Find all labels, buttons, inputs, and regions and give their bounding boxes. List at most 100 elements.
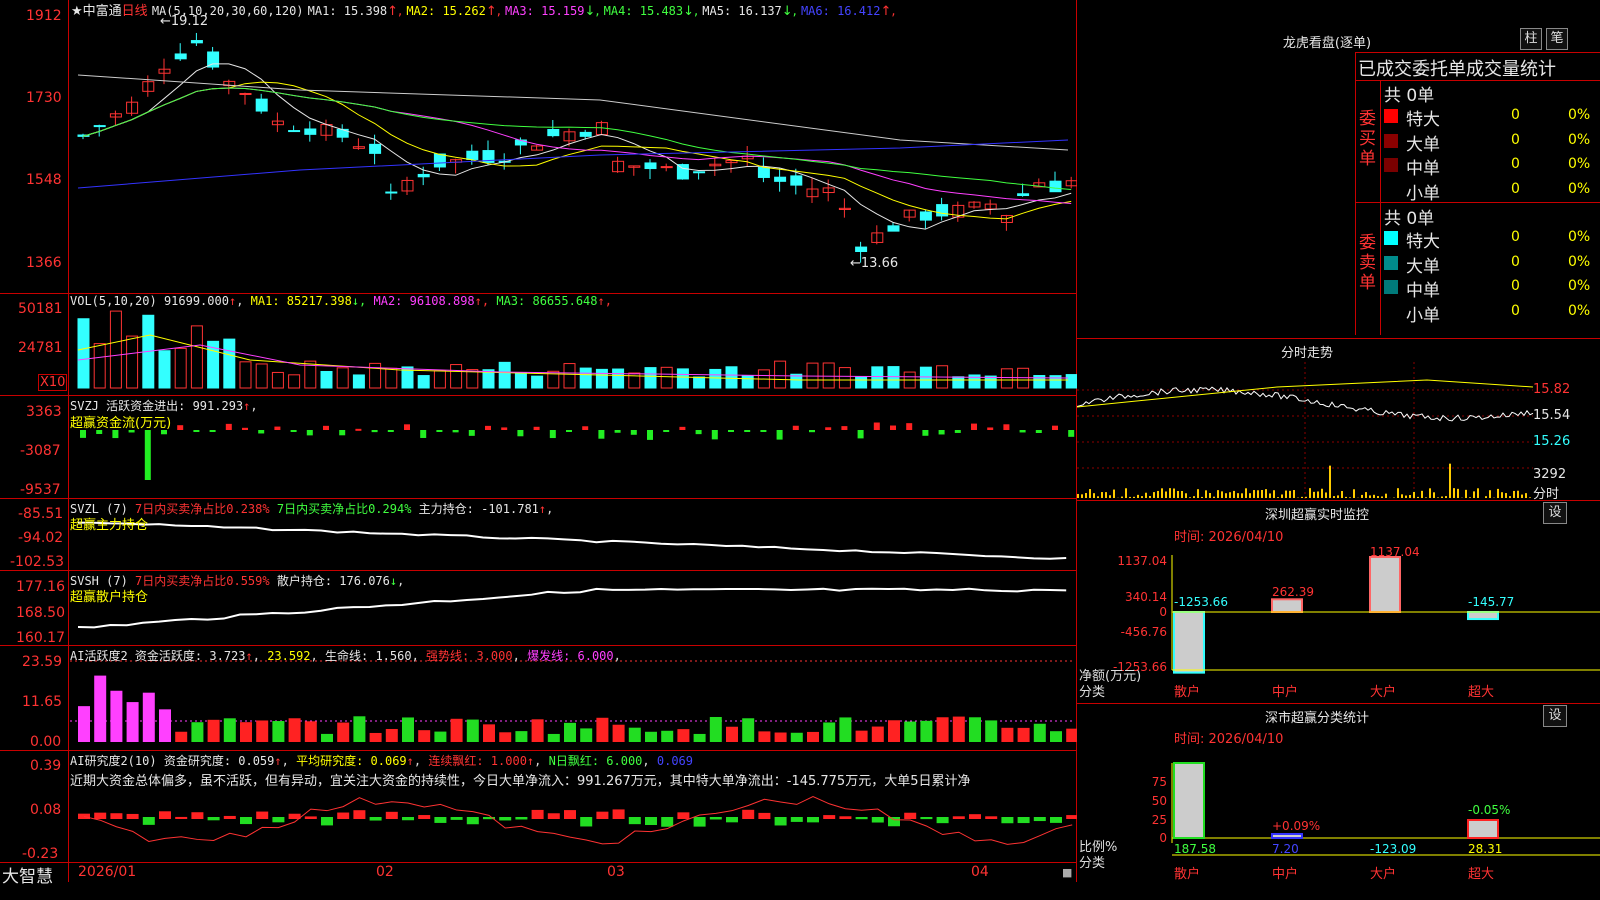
svzj-subtitle: 超赢资金流(万元) <box>70 416 172 431</box>
volume-bar <box>514 372 527 389</box>
flow-bar <box>306 430 313 436</box>
flow-bar <box>1003 424 1010 430</box>
vol-header: VOL(5,10,20) 91699.000↑, MA1: 85217.398↓… <box>70 294 612 308</box>
activity-bar <box>483 724 495 742</box>
color-swatch <box>1384 280 1398 294</box>
research-bar <box>693 817 706 827</box>
row-value: 0 <box>1511 278 1520 294</box>
flow-bar <box>355 428 362 431</box>
candle <box>304 128 317 135</box>
minute-volume-bar <box>1517 490 1519 498</box>
volume-bar <box>271 371 284 389</box>
research-bar <box>223 815 236 819</box>
candle <box>466 150 479 160</box>
candle <box>433 153 446 168</box>
flow-bar <box>776 430 783 440</box>
trend-arrow: ↓, <box>781 4 801 19</box>
minute-volume-bar <box>1345 496 1347 498</box>
research-bar <box>547 813 560 819</box>
minute-volume-bar <box>1125 488 1127 498</box>
flow-bar <box>452 430 459 433</box>
flow-bar <box>1068 430 1075 437</box>
activity-bar <box>1033 723 1046 742</box>
row-percent: 0% <box>1568 253 1591 270</box>
minute-volume-bar <box>1097 496 1099 498</box>
ma-items: MA1: 15.398↑, MA2: 15.262↑, MA3: 15.159↓… <box>308 4 896 19</box>
minute-volume-bar <box>1121 496 1123 498</box>
flow-bar <box>695 430 702 435</box>
category-label: 超大 <box>1468 867 1494 882</box>
volume-bar <box>855 376 868 389</box>
flow-bar <box>987 427 994 430</box>
x-axis-title: 分类 <box>1079 685 1105 700</box>
minute-volume-bar <box>1509 496 1511 498</box>
bottom-value: -123.09 <box>1370 842 1416 856</box>
volume-bar <box>450 364 463 389</box>
color-swatch <box>1384 158 1398 172</box>
activity-bar <box>304 721 317 742</box>
buy-side-label: 委买单 <box>1359 109 1376 169</box>
volume-bar <box>239 361 252 389</box>
research-bar <box>450 817 463 820</box>
flow-bar <box>209 430 216 432</box>
activity-bar <box>450 718 463 742</box>
holding-line <box>77 587 1067 629</box>
bar-mode-button[interactable]: 柱 <box>1520 28 1542 50</box>
minute-volume-bar <box>1173 488 1175 498</box>
minute-volume-bar <box>1397 488 1399 498</box>
indicator-item: MA2: 15.262 <box>406 4 486 18</box>
flow-bar <box>922 430 929 436</box>
indicator-item: MA5: 16.137 <box>702 4 782 18</box>
activity-bar <box>726 726 738 742</box>
flow-bar <box>549 430 556 439</box>
flow-bar <box>436 430 443 432</box>
minute-volume-bar <box>1077 493 1079 498</box>
minute-volume-bar <box>1273 490 1275 498</box>
research-bar <box>1050 817 1062 823</box>
dragon-table: 已成交委托单成交量统计 委买单 委卖单 共 0单 共 0单 特大 0 0% 大单 0 0%… <box>1355 52 1600 335</box>
monitor-bar <box>1173 611 1205 674</box>
minute-volume-bar <box>1369 495 1371 498</box>
minute-chart[interactable] <box>1077 362 1600 500</box>
activity-bar <box>78 706 90 742</box>
research-bar <box>709 817 722 820</box>
color-swatch <box>1384 231 1398 245</box>
research-bar <box>871 817 884 823</box>
research-bar <box>774 817 787 826</box>
monitor-bar <box>1271 598 1303 613</box>
row-label: 大单 <box>1406 256 1440 277</box>
minute-volume-bar <box>1521 494 1523 498</box>
flow-bar <box>339 430 346 436</box>
minute-tick: 15.54 <box>1533 408 1571 423</box>
trend-arrow: ↑, <box>597 294 612 308</box>
research-bar <box>855 817 868 820</box>
activity-bar <box>321 733 333 742</box>
dragon-title: 龙虎看盘(逐单) <box>1282 36 1372 51</box>
row-percent: 0% <box>1568 229 1591 245</box>
volume-bar <box>498 361 511 389</box>
volume-bar <box>320 370 333 389</box>
minute-volume-bar <box>1229 492 1231 498</box>
volume-bar <box>644 367 657 389</box>
row-value: 0 <box>1511 229 1520 245</box>
chart-svg[interactable] <box>0 0 1077 882</box>
minute-volume-bar <box>1429 488 1431 498</box>
research-bar <box>726 817 738 823</box>
volume-bar <box>288 374 301 389</box>
candle <box>790 175 803 186</box>
trend-arrow: ↓, <box>351 294 374 308</box>
research-bar <box>418 815 431 819</box>
minute-volume-bar <box>1505 493 1507 498</box>
activity-bar <box>191 722 204 742</box>
minute-volume-bar <box>1525 493 1527 498</box>
color-swatch <box>1384 304 1398 319</box>
minute-volume-bar <box>1209 493 1211 498</box>
minute-volume-bar <box>1249 493 1251 498</box>
activity-bar <box>807 731 819 742</box>
left-chart-area[interactable]: 1912 1730 1548 1366 50181 24781 X10 3363… <box>0 0 1077 887</box>
candle <box>579 131 592 137</box>
tick-mode-button[interactable]: 笔 <box>1546 28 1568 50</box>
activity-bar <box>353 716 366 742</box>
activity-bar <box>596 717 609 742</box>
minute-volume-bar <box>1109 495 1111 498</box>
